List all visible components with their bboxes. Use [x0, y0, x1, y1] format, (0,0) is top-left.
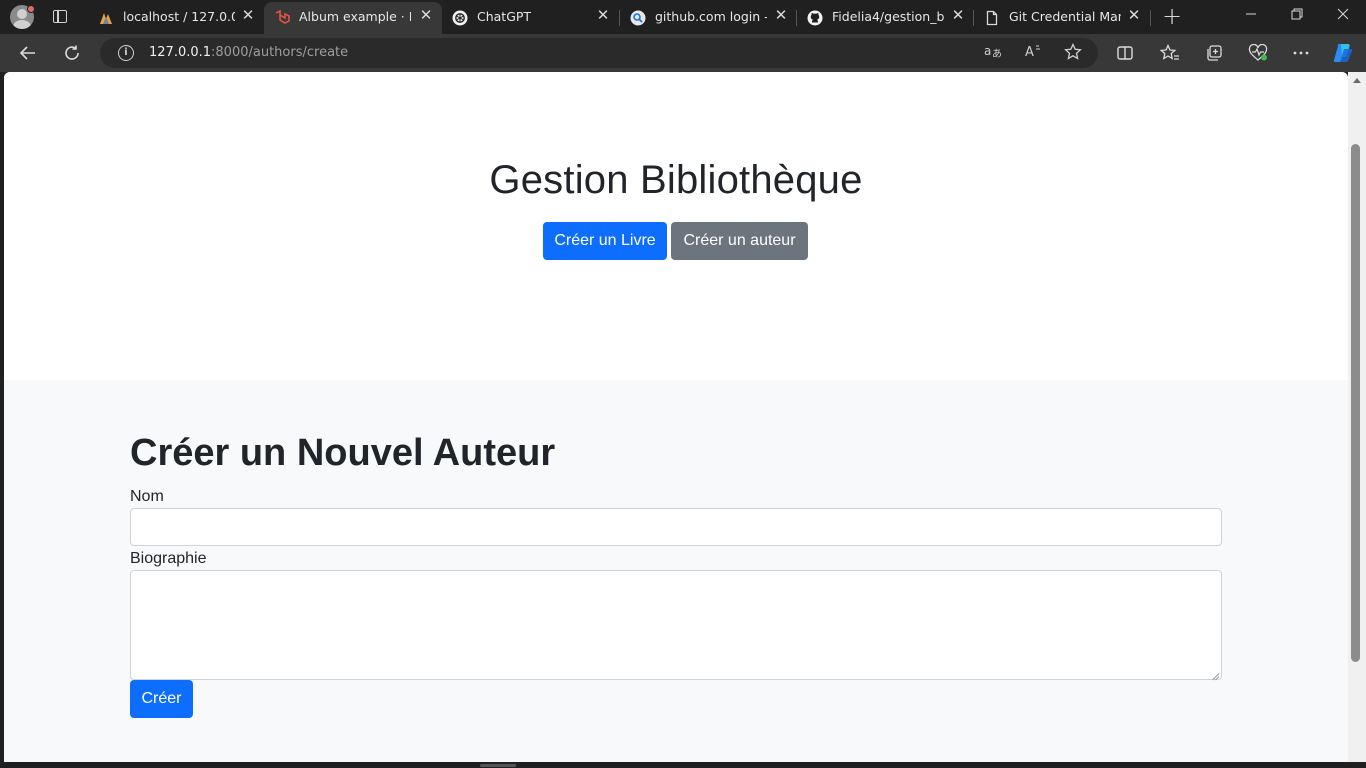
scrollbar-thumb[interactable]	[1351, 144, 1360, 662]
github-icon	[807, 10, 823, 26]
form-title: Créer un Nouvel Auteur	[130, 432, 556, 474]
name-label: Nom	[130, 488, 164, 505]
close-icon[interactable]: ✕	[240, 7, 256, 23]
page-viewport: Gestion Bibliothèque Créer un Livre Crée…	[4, 72, 1348, 762]
notification-dot	[27, 5, 35, 13]
svg-text:あ: あ	[992, 48, 1002, 59]
close-icon[interactable]: ✕	[595, 7, 611, 23]
back-button[interactable]	[15, 40, 41, 66]
tab-separator	[1150, 10, 1151, 26]
translate-icon[interactable]: aあ	[982, 43, 1004, 63]
minimize-button[interactable]	[1236, 4, 1266, 28]
svg-text:a: a	[984, 44, 991, 58]
heartbeat-icon	[1248, 43, 1268, 61]
scroll-up-arrow-icon[interactable]	[1353, 78, 1361, 83]
chatgpt-icon	[452, 10, 468, 26]
laravel-icon	[275, 10, 290, 24]
browser-toolbar: i 127.0.0.1:8000/authors/create aあ A	[0, 34, 1366, 72]
tab-github-login-search[interactable]: github.com login - Re ✕	[620, 2, 796, 34]
hero-section: Gestion Bibliothèque Créer un Livre Crée…	[4, 72, 1348, 380]
close-icon[interactable]: ✕	[773, 7, 789, 23]
restore-icon	[1291, 8, 1303, 20]
favorites-button[interactable]	[1157, 40, 1183, 66]
close-icon[interactable]: ✕	[950, 7, 966, 23]
tab-phpmyadmin[interactable]: localhost / 127.0.0.1 | ✕	[88, 2, 260, 34]
copilot-button[interactable]	[1330, 40, 1356, 66]
settings-more-button[interactable]	[1288, 40, 1314, 66]
restore-button[interactable]	[1282, 4, 1312, 28]
site-info-icon[interactable]: i	[118, 45, 134, 61]
close-icon[interactable]: ✕	[1126, 7, 1142, 23]
address-url[interactable]: 127.0.0.1:8000/authors/create	[149, 45, 348, 60]
split-screen-button[interactable]	[1112, 40, 1138, 66]
window-bottom-edge	[0, 762, 1366, 768]
tab-strip: localhost / 127.0.0.1 | ✕ Album example …	[0, 0, 1366, 34]
back-arrow-icon	[19, 46, 35, 60]
close-window-button[interactable]	[1328, 4, 1358, 28]
new-tab-button[interactable]: +	[1160, 4, 1184, 28]
submit-button[interactable]: Créer	[130, 680, 193, 718]
read-aloud-icon[interactable]: A	[1022, 43, 1044, 63]
page-scrollbar[interactable]	[1348, 72, 1366, 762]
create-author-button[interactable]: Créer un auteur	[671, 222, 808, 260]
tab-title: Album example · Boo	[299, 9, 411, 24]
svg-text:A: A	[1025, 45, 1034, 59]
favorites-icon	[1159, 43, 1179, 60]
close-icon	[1337, 8, 1349, 20]
author-form-section: Créer un Nouvel Auteur Nom Biographie Cr…	[4, 380, 1348, 762]
tab-github-repo[interactable]: Fidelia4/gestion_bibli ✕	[797, 2, 973, 34]
collections-icon	[1207, 45, 1222, 61]
tab-chatgpt[interactable]: ChatGPT ✕	[442, 2, 618, 34]
tab-git-credential-manager[interactable]: Git Credential Manag ✕	[974, 2, 1150, 34]
copilot-icon	[1333, 44, 1353, 62]
tab-title: localhost / 127.0.0.1 |	[123, 9, 235, 24]
refresh-button[interactable]	[59, 40, 85, 66]
tab-actions-icon[interactable]	[48, 6, 72, 28]
resize-handle-icon[interactable]	[1211, 669, 1219, 677]
browser-essentials-button[interactable]	[1245, 40, 1271, 66]
create-book-button[interactable]: Créer un Livre	[543, 222, 667, 260]
collections-button[interactable]	[1201, 40, 1227, 66]
hero-title: Gestion Bibliothèque	[489, 158, 863, 202]
biography-textarea[interactable]	[130, 570, 1222, 680]
tab-title: ChatGPT	[477, 9, 532, 24]
minimize-icon	[1246, 13, 1256, 15]
split-screen-icon	[1117, 46, 1133, 60]
browser-window: localhost / 127.0.0.1 | ✕ Album example …	[0, 0, 1366, 768]
more-icon	[1293, 51, 1309, 55]
refresh-icon	[65, 45, 79, 60]
favorite-star-icon[interactable]	[1062, 42, 1084, 63]
tab-title: Fidelia4/gestion_bibli	[832, 9, 944, 24]
close-icon[interactable]: ✕	[418, 7, 434, 23]
name-input[interactable]	[130, 508, 1222, 546]
phpmyadmin-icon	[100, 13, 112, 24]
tab-title: Git Credential Manag	[1009, 9, 1121, 24]
address-bar[interactable]: i 127.0.0.1:8000/authors/create aあ A	[100, 38, 1098, 68]
tab-album-example[interactable]: Album example · Boo ✕	[264, 2, 442, 34]
search-icon	[630, 10, 646, 26]
document-icon	[986, 10, 998, 26]
tab-title: github.com login - Re	[655, 9, 767, 24]
biography-label: Biographie	[130, 550, 207, 567]
